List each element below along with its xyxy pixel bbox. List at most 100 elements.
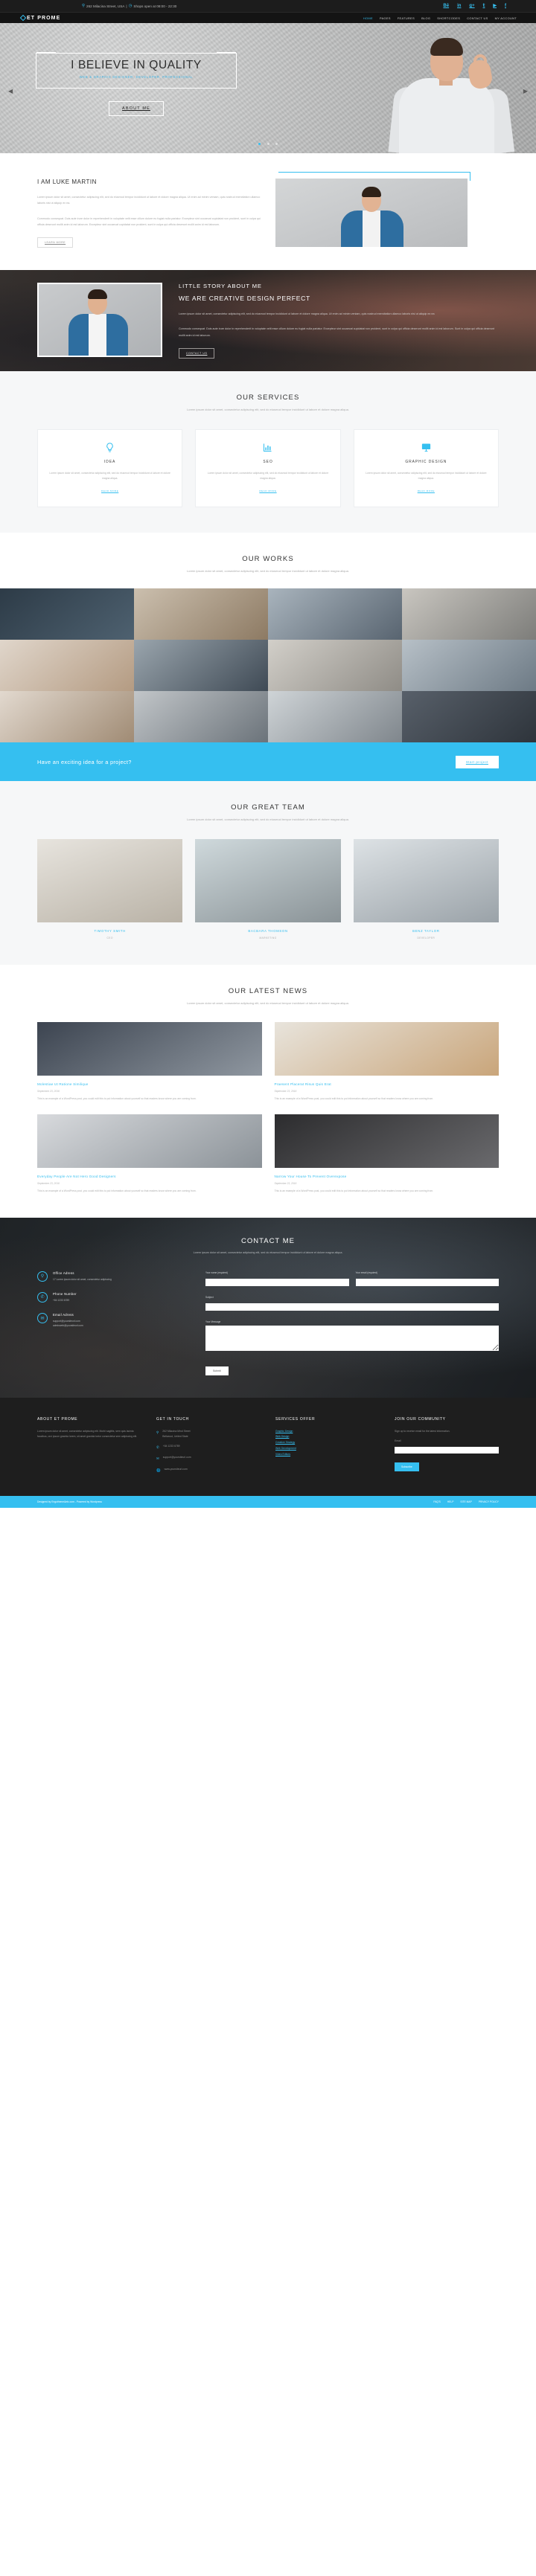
youtube-icon[interactable]: ▶ (493, 4, 497, 8)
work-tile[interactable] (268, 588, 402, 640)
news-post-title[interactable]: Narrow Your House To Prevent Overexpose (275, 1175, 500, 1178)
work-tile[interactable] (134, 640, 268, 692)
contact-subject-group: Subject (205, 1296, 499, 1314)
team-member[interactable]: BACBARA THOMSON MARKETING (195, 838, 341, 939)
google-plus-icon[interactable]: g+ (469, 4, 474, 8)
work-tile[interactable] (0, 640, 134, 692)
news-post-title[interactable]: Praesent Placerat Risus Quis Erat (275, 1082, 500, 1086)
hero-prev-arrow[interactable]: ◀ (8, 89, 13, 94)
footer-newsletter-column: JOIN OUR COMMUNITY Sign up to receive em… (395, 1417, 499, 1479)
service-card-seo[interactable]: SEO Lorem ipsum dolor sit amet, consecte… (195, 428, 341, 507)
news-post-excerpt: This is an example of a WordPress post, … (274, 1189, 434, 1193)
work-tile[interactable] (402, 691, 536, 743)
footer-link-site-map[interactable]: SITE MAP (460, 1500, 471, 1503)
contact-message-textarea[interactable] (205, 1325, 499, 1351)
footer-service-link[interactable]: Video Editors (275, 1452, 380, 1458)
nav-item-pages[interactable]: PAGES (380, 16, 391, 20)
hero-dot-1[interactable] (258, 143, 261, 145)
contact-email-label: Your email (required) (355, 1271, 378, 1274)
contact-name-input[interactable] (205, 1279, 349, 1287)
footer-contact-email[interactable]: support@yoursiteurl.com (163, 1455, 191, 1462)
news-post-title[interactable]: Molestiae Ut Ratione Similique (37, 1082, 262, 1086)
hero-subtitle: WEB & GRAPHIC DESIGNER, DEVELOPER, PROFE… (79, 75, 194, 80)
contact-submit-button[interactable]: Submit (205, 1366, 229, 1375)
news-post[interactable]: Praesent Placerat Risus Quis Erat Septem… (274, 1022, 500, 1102)
footer-newsletter-input[interactable] (395, 1446, 499, 1454)
hero-about-me-button[interactable]: ABOUT ME (109, 101, 164, 117)
contact-email-input[interactable] (355, 1279, 499, 1287)
service-readmore-seo[interactable]: READ MORE (259, 489, 276, 492)
lightbulb-icon (48, 442, 172, 454)
work-tile[interactable] (268, 640, 402, 692)
about-heading: I AM LUKE MARTIN (37, 179, 97, 185)
nav-item-contact-us[interactable]: CONTACT US (467, 16, 488, 20)
clock-icon: ◷ (128, 4, 133, 8)
work-tile[interactable] (402, 640, 536, 692)
footer-link-faqs[interactable]: FAQ'S (433, 1500, 440, 1503)
nav-item-features[interactable]: FEATURES (398, 16, 415, 20)
works-gallery (0, 588, 536, 743)
work-tile[interactable] (0, 588, 134, 640)
hero-next-arrow[interactable]: ▶ (523, 89, 528, 94)
footer-service-link[interactable]: Web Development (275, 1446, 380, 1452)
contact-email-group: Your email (required) (355, 1271, 499, 1290)
hero-content: I BELIEVE IN QUALITY WEB & GRAPHIC DESIG… (36, 52, 237, 117)
nav-item-blog[interactable]: BLOG (421, 16, 430, 20)
site-logo[interactable]: ET PROME (19, 14, 60, 22)
cta-start-project-button[interactable]: Start project (455, 755, 499, 768)
work-tile[interactable] (402, 588, 536, 640)
contact-subject-input[interactable] (205, 1303, 499, 1311)
service-card-graphic-design[interactable]: GRAPHIC DESIGN Lorem ipsum dolor sit ame… (353, 428, 499, 507)
news-post-image (37, 1114, 262, 1169)
about-image-column (275, 172, 470, 247)
news-post-date: September 23, 2016 (274, 1182, 297, 1186)
footer-contact-item: ✆ +84 1233 6789 (156, 1444, 261, 1451)
linkedin-icon[interactable]: in (457, 4, 461, 8)
news-section: OUR LATEST NEWS Lorem ipsum dolor sit am… (0, 965, 536, 1218)
service-readmore-idea[interactable]: READ MORE (101, 489, 118, 492)
news-post-title[interactable]: Everyday People Are Not Hero Good Design… (37, 1175, 262, 1178)
map-pin-icon: ⚲ (156, 1430, 159, 1434)
news-post[interactable]: Narrow Your House To Prevent Overexpose … (274, 1114, 500, 1194)
work-tile[interactable] (0, 691, 134, 743)
team-member[interactable]: TIMOTHY SMITH CEO (37, 838, 183, 939)
news-post[interactable]: Molestiae Ut Ratione Similique September… (37, 1022, 262, 1102)
about-learn-more-button[interactable]: LEARN MORE (37, 237, 74, 248)
footer-subscribe-button[interactable]: Subscribe (395, 1462, 419, 1471)
nav-item-my-account[interactable]: MY ACCOUNT (495, 16, 517, 20)
service-text-graphic-design: Lorem ipsum dolor sit amet, consectetur … (366, 471, 487, 481)
work-tile[interactable] (134, 588, 268, 640)
hero-dot-2[interactable] (267, 143, 269, 145)
services-cards: IDEA Lorem ipsum dolor sit amet, consect… (37, 428, 499, 507)
story-contact-us-button[interactable]: CONTACT US (179, 347, 215, 359)
service-card-idea[interactable]: IDEA Lorem ipsum dolor sit amet, consect… (37, 428, 183, 507)
works-description: Lorem ipsum dolor sit amet, consectetur … (187, 568, 349, 573)
work-tile[interactable] (268, 691, 402, 743)
hero-dot-3[interactable] (275, 143, 278, 145)
news-title: OUR LATEST NEWS (228, 986, 308, 995)
footer-contact-website[interactable]: www.yoursiteurl.com (165, 1467, 188, 1474)
about-section: I AM LUKE MARTIN Lorem ipsum dolor sit a… (37, 153, 499, 270)
nav-item-shortcodes[interactable]: SHORTCODES (437, 16, 460, 20)
footer-service-link[interactable]: Graphic Design (275, 1429, 380, 1435)
footer-newsletter-email-label: Email (395, 1439, 401, 1442)
team-member-name: TIMOTHY SMITH (94, 928, 126, 933)
contact-info-text: 17 Lorem ipsum dolor sit amet, consectet… (53, 1277, 112, 1281)
footer-contact-item: 🌐 www.yoursiteurl.com (156, 1467, 261, 1474)
footer-link-help[interactable]: HELP (447, 1500, 454, 1503)
map-pin-icon: ⚲ (37, 1271, 48, 1282)
globe-icon: 🌐 (156, 1468, 161, 1472)
work-tile[interactable] (134, 691, 268, 743)
behance-icon[interactable]: Bē (443, 4, 449, 8)
facebook-icon[interactable]: f (505, 4, 506, 8)
nav-item-home[interactable]: HOME (363, 16, 373, 20)
twitter-icon[interactable]: 𝕥 (483, 4, 485, 8)
footer-service-link[interactable]: Creative Strategy (275, 1440, 380, 1446)
news-post[interactable]: Everyday People Are Not Hero Good Design… (37, 1114, 262, 1194)
footer-contact-column: GET IN TOUCH ⚲ 262 Milacina Mind Street … (156, 1417, 261, 1479)
footer-link-privacy-policy[interactable]: PRIVACY POLICY (479, 1500, 499, 1503)
team-member[interactable]: BENZ TAYLOR DEVELOPER (353, 838, 499, 939)
footer-service-link[interactable]: Web Design (275, 1434, 380, 1440)
contact-subject-label: Subject (205, 1295, 214, 1299)
service-readmore-graphic-design[interactable]: READ MORE (418, 489, 435, 492)
